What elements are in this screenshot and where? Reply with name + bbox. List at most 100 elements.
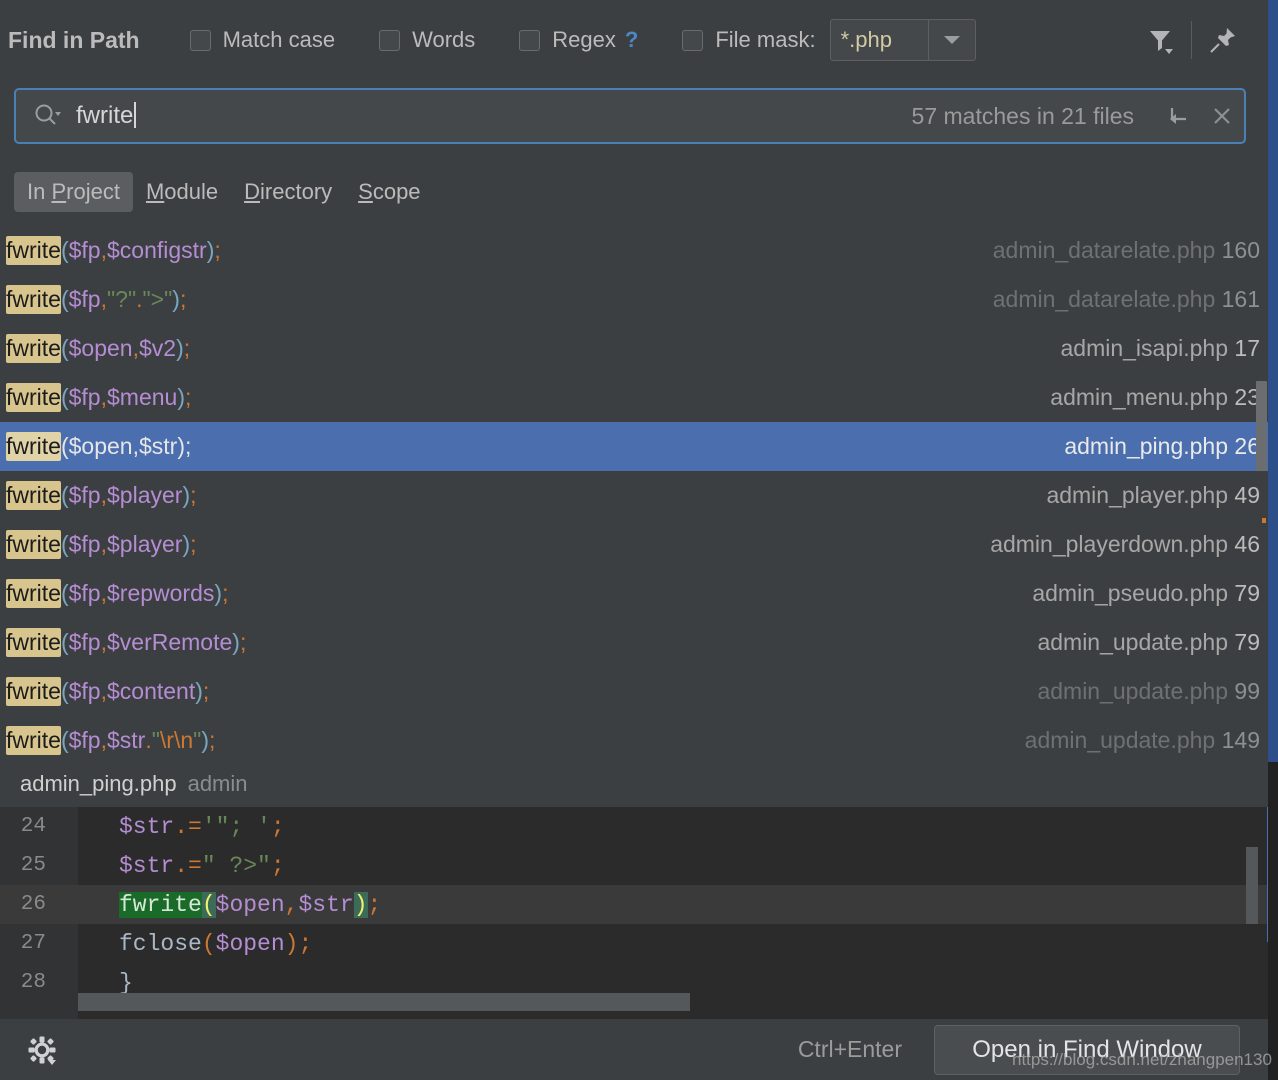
page-title: Find in Path bbox=[8, 26, 140, 53]
result-file-name: admin_isapi.php bbox=[1060, 335, 1229, 361]
tab-module[interactable]: Module bbox=[133, 172, 231, 212]
table-row[interactable]: fwrite($fp, $verRemote); admin_update.php … bbox=[0, 618, 1268, 667]
result-file-location: admin_menu.php 23 bbox=[1050, 384, 1260, 411]
table-row[interactable]: fwrite($fp, $configstr); admin_datarelate.… bbox=[0, 226, 1268, 275]
code-text: $str.='"; '; bbox=[119, 813, 285, 840]
option-words[interactable]: Words bbox=[379, 27, 475, 53]
table-row[interactable]: fwrite($open, $v2); admin_isapi.php 17 bbox=[0, 324, 1268, 373]
code-text: fclose($open); bbox=[119, 930, 313, 957]
close-icon[interactable] bbox=[1200, 102, 1244, 130]
dialog-header: Find in Path Match case Words Regex ? Fi… bbox=[0, 0, 1268, 80]
preview-accent-line bbox=[1267, 807, 1268, 942]
option-regex[interactable]: Regex ? bbox=[519, 27, 638, 53]
preview-vertical-scrollbar-thumb[interactable] bbox=[1246, 847, 1258, 924]
result-code-snippet: fwrite($open, $v2); bbox=[6, 334, 191, 363]
table-row[interactable]: fwrite($fp, $content); admin_update.php 99 bbox=[0, 667, 1268, 716]
regex-checkbox[interactable] bbox=[519, 29, 541, 51]
search-history-icon[interactable] bbox=[32, 101, 62, 131]
match-highlight: fwrite bbox=[6, 236, 61, 265]
result-file-location: admin_isapi.php 17 bbox=[1061, 335, 1261, 362]
reset-icon[interactable] bbox=[1156, 101, 1200, 131]
result-file-name: admin_player.php bbox=[1046, 482, 1229, 508]
table-row[interactable]: fwrite($fp, "?". ">"); admin_datarelate.php… bbox=[0, 275, 1268, 324]
table-row[interactable]: fwrite($fp, $player); admin_playerdown.php… bbox=[0, 520, 1268, 569]
regex-help-link[interactable]: ? bbox=[625, 27, 638, 53]
result-file-location: admin_datarelate.php 161 bbox=[993, 286, 1260, 313]
results-scroll-marker bbox=[1262, 518, 1266, 523]
header-icon-group bbox=[1137, 17, 1268, 63]
match-highlight: fwrite bbox=[6, 432, 61, 461]
result-code-snippet: fwrite($fp, $menu); bbox=[6, 383, 192, 412]
file-mask-checkbox[interactable] bbox=[682, 29, 704, 51]
match-highlight: fwrite bbox=[6, 628, 61, 657]
tab-directory[interactable]: Directory bbox=[231, 172, 345, 212]
filter-icon[interactable] bbox=[1137, 17, 1183, 63]
results-scrollbar-thumb[interactable] bbox=[1256, 381, 1267, 471]
gear-icon[interactable] bbox=[20, 1028, 64, 1072]
result-file-location: admin_pseudo.php 79 bbox=[1032, 580, 1260, 607]
open-in-find-window-button[interactable]: Open in Find Window bbox=[934, 1024, 1240, 1075]
line-number: 28 bbox=[20, 971, 46, 994]
result-code-snippet: fwrite($fp, $content); bbox=[6, 677, 210, 706]
match-highlight: fwrite bbox=[6, 530, 61, 559]
file-mask-input[interactable]: *.php bbox=[830, 20, 928, 60]
preview-horizontal-scrollbar-thumb[interactable] bbox=[78, 993, 690, 1011]
find-in-path-dialog: Find in Path Match case Words Regex ? Fi… bbox=[0, 0, 1278, 1080]
code-line: 26 fwrite($open,$str); bbox=[0, 885, 1268, 924]
match-count-label: 57 matches in 21 files bbox=[911, 102, 1134, 129]
tab-scope[interactable]: Scope bbox=[345, 172, 433, 212]
chevron-down-icon bbox=[943, 36, 960, 44]
result-file-name: admin_ping.php bbox=[1064, 433, 1229, 459]
file-mask-combobox[interactable]: *.php bbox=[829, 19, 976, 61]
pin-icon[interactable] bbox=[1200, 17, 1246, 63]
result-code-snippet: fwrite($fp, $player); bbox=[6, 530, 197, 559]
ide-window-edge-blue bbox=[1268, 0, 1278, 762]
result-file-location: admin_update.php 79 bbox=[1037, 629, 1260, 656]
result-file-name: admin_update.php bbox=[1024, 727, 1216, 753]
header-separator bbox=[1191, 21, 1192, 59]
table-row[interactable]: fwrite($open, $str); admin_ping.php 26 bbox=[0, 422, 1268, 471]
line-number: 24 bbox=[20, 815, 46, 838]
result-code-snippet: fwrite($fp, $verRemote); bbox=[6, 628, 247, 657]
words-checkbox[interactable] bbox=[379, 29, 401, 51]
code-line: 27 fclose($open); bbox=[0, 924, 1268, 963]
code-line: 24 $str.='"; '; bbox=[0, 807, 1268, 846]
table-row[interactable]: fwrite($fp, $menu); admin_menu.php 23 bbox=[0, 373, 1268, 422]
code-text: } bbox=[119, 969, 133, 996]
match-highlight: fwrite bbox=[6, 579, 61, 608]
table-row[interactable]: fwrite($fp, $str. " \r\n "); admin_update.php… bbox=[0, 716, 1268, 761]
option-match-case[interactable]: Match case bbox=[189, 27, 335, 53]
result-file-name: admin_pseudo.php bbox=[1032, 580, 1229, 606]
code-text: $str.=" ?>"; bbox=[119, 852, 285, 879]
result-file-location: admin_update.php 149 bbox=[1025, 727, 1260, 754]
code-text: fwrite($open,$str); bbox=[119, 891, 382, 918]
result-file-location: admin_player.php 49 bbox=[1046, 482, 1260, 509]
result-code-snippet: fwrite($open, $str); bbox=[6, 432, 192, 461]
preview-header: admin_ping.php admin bbox=[0, 761, 1268, 807]
tab-in-project[interactable]: In Project bbox=[14, 172, 133, 212]
result-file-name: admin_menu.php bbox=[1050, 384, 1229, 410]
search-input-value: fwrite bbox=[76, 102, 134, 129]
file-mask-dropdown-button[interactable] bbox=[927, 20, 975, 60]
preview-editor[interactable]: 24 $str.='"; '; 25 $str.=" ?>"; 26 fwrite($op… bbox=[0, 807, 1268, 1019]
match-highlight: fwrite bbox=[6, 726, 61, 755]
match-case-checkbox[interactable] bbox=[189, 29, 211, 51]
option-file-mask: File mask: *.php bbox=[682, 19, 976, 61]
result-code-snippet: fwrite($fp, "?". ">"); bbox=[6, 285, 187, 314]
match-highlight: fwrite bbox=[6, 481, 61, 510]
result-file-name: admin_update.php bbox=[1037, 629, 1229, 655]
result-code-snippet: fwrite($fp, $configstr); bbox=[6, 236, 221, 265]
preview-vertical-scrollbar[interactable] bbox=[1246, 807, 1258, 1019]
preview-horizontal-scrollbar[interactable] bbox=[78, 993, 1258, 1011]
table-row[interactable]: fwrite($fp, $repwords); admin_pseudo.php … bbox=[0, 569, 1268, 618]
regex-label: Regex bbox=[552, 27, 616, 52]
search-input[interactable]: fwrite bbox=[76, 102, 912, 130]
match-highlight: fwrite bbox=[6, 383, 61, 412]
results-scrollbar[interactable] bbox=[1255, 226, 1268, 761]
result-file-location: admin_playerdown.php 46 bbox=[990, 531, 1260, 558]
results-list[interactable]: fwrite($fp, $configstr); admin_datarelate.… bbox=[0, 226, 1268, 761]
search-field[interactable]: fwrite 57 matches in 21 files bbox=[14, 88, 1246, 144]
table-row[interactable]: fwrite($fp, $player); admin_player.php 49 bbox=[0, 471, 1268, 520]
line-number: 26 bbox=[20, 893, 46, 916]
preview-file-directory: admin bbox=[187, 771, 248, 796]
